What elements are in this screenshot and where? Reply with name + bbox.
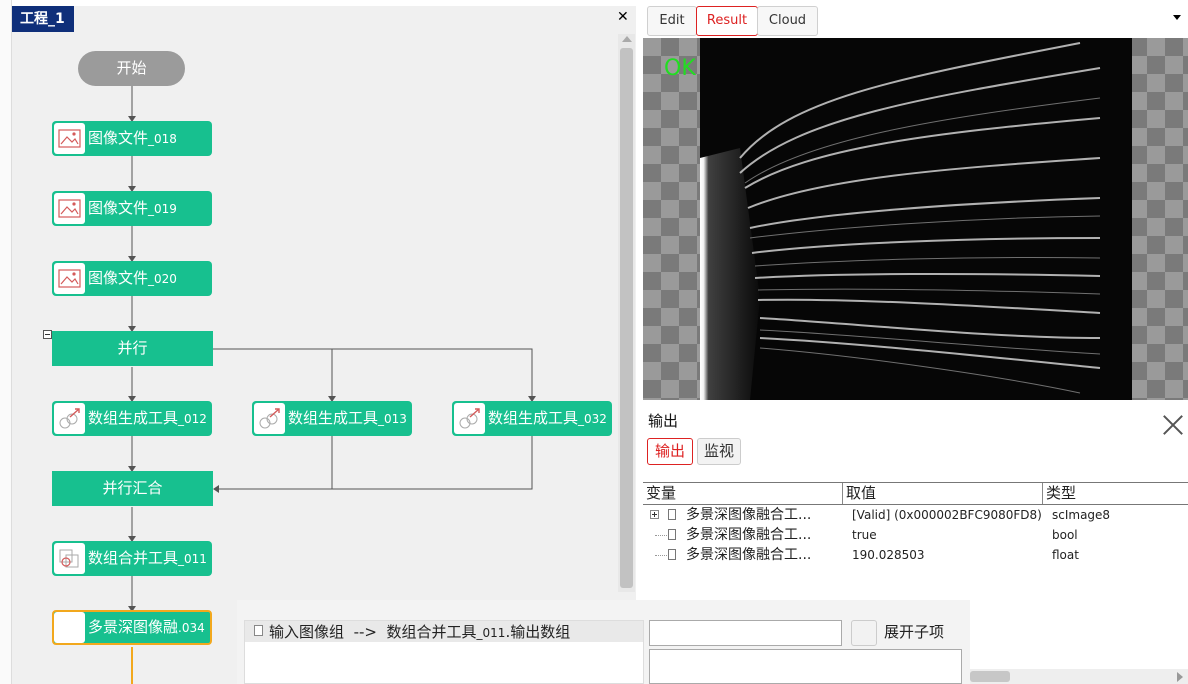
tab-result[interactable]: Result	[696, 6, 758, 36]
expand-children-checkbox[interactable]	[851, 620, 877, 646]
image-file-icon	[54, 193, 85, 224]
tree-line	[655, 535, 667, 536]
connector	[213, 348, 333, 398]
app-root: 工程_1 ✕ 开始 图像文件_018 图像文件_019 图像文件_020 并行 …	[0, 0, 1188, 684]
status-ok-label: OK	[664, 56, 696, 81]
node-label: 数组生成工具_032	[488, 409, 607, 427]
node-label: 并行	[117, 339, 148, 357]
horizontal-scrollbar[interactable]	[970, 669, 1188, 684]
cell-type: bool	[1052, 528, 1078, 542]
flow-node-image-file-019[interactable]: 图像文件_019	[52, 191, 212, 226]
link-detail-textarea[interactable]	[649, 649, 962, 684]
image-file-icon	[54, 123, 85, 154]
node-label: 数组合并工具_011	[88, 549, 207, 567]
expand-icon[interactable]	[650, 510, 659, 519]
table-row[interactable]: 多景深图像融合工... 190.028503 float	[643, 545, 1188, 565]
array-tool-icon	[254, 403, 285, 434]
node-label: 图像文件_019	[88, 199, 177, 217]
variable-icon	[668, 529, 676, 540]
fusion-tool-icon	[54, 612, 85, 643]
subtab-output[interactable]: 输出	[647, 438, 693, 465]
cell-value: 190.028503	[852, 548, 925, 562]
node-label: 图像文件_018	[88, 129, 177, 147]
node-label: 数组生成工具_012	[88, 409, 207, 427]
node-label: 图像文件_020	[88, 269, 177, 287]
flow-node-parallel[interactable]: 并行	[52, 331, 213, 366]
input-link-text: 输入图像组 --> 数组合并工具_011.输出数组	[269, 623, 571, 641]
fused-image-graphic	[700, 38, 1132, 400]
connector	[332, 436, 533, 490]
expand-children-label: 展开子项	[884, 623, 945, 641]
cell-variable: 多景深图像融合工...	[686, 507, 812, 523]
flow-node-image-file-020[interactable]: 图像文件_020	[52, 261, 212, 296]
image-file-icon	[54, 263, 85, 294]
flow-node-multifocus-fusion-034[interactable]: 多景深图像融.034	[52, 610, 212, 645]
cell-variable: 多景深图像融合工...	[686, 527, 812, 543]
tab-cloud[interactable]: Cloud	[757, 6, 818, 36]
cell-value: [Valid] (0x000002BFC9080FD8)	[852, 508, 1042, 522]
node-label: 开始	[116, 59, 147, 77]
array-tool-icon	[454, 403, 485, 434]
cell-type: scImage8	[1052, 508, 1111, 522]
node-label: 数组生成工具_013	[288, 409, 407, 427]
result-image	[700, 38, 1132, 400]
variable-icon	[668, 549, 676, 560]
flow-node-parallel-join[interactable]: 并行汇合	[52, 471, 213, 506]
flow-node-array-merge-011[interactable]: 数组合并工具_011	[52, 541, 212, 576]
flow-node-array-gen-032[interactable]: 数组生成工具_032	[452, 401, 612, 436]
result-toolbar: Edit Result Cloud	[643, 3, 1188, 39]
scroll-right-icon[interactable]	[1177, 672, 1183, 682]
output-panel-title: 输出	[648, 412, 679, 430]
link-item-icon	[254, 625, 263, 636]
output-close-icon[interactable]	[1160, 412, 1186, 438]
cell-type: float	[1052, 548, 1079, 562]
cell-variable: 多景深图像融合工...	[686, 547, 812, 563]
table-row[interactable]: 多景深图像融合工... [Valid] (0x000002BFC9080FD8)…	[643, 505, 1188, 525]
node-label: 多景深图像融.034	[88, 618, 205, 636]
array-tool-icon	[54, 403, 85, 434]
collapse-toggle-icon[interactable]	[43, 330, 52, 339]
column-header-value[interactable]: 取值	[843, 483, 1043, 504]
arrow-head	[213, 485, 219, 493]
column-header-type[interactable]: 类型	[1043, 483, 1188, 504]
connector	[217, 436, 333, 490]
flow-node-start[interactable]: 开始	[78, 51, 185, 86]
flow-node-array-gen-013[interactable]: 数组生成工具_013	[252, 401, 412, 436]
scrollbar-thumb[interactable]	[970, 671, 1010, 682]
column-header-variable[interactable]: 变量	[643, 483, 843, 504]
connector	[213, 348, 533, 398]
flow-node-array-gen-012[interactable]: 数组生成工具_012	[52, 401, 212, 436]
array-merge-icon	[54, 543, 85, 574]
image-viewer[interactable]	[643, 38, 1188, 400]
output-table-header: 变量 取值 类型	[643, 482, 1188, 505]
link-filter-input[interactable]	[649, 620, 842, 646]
variable-icon	[668, 509, 676, 520]
panel-menu-dropdown-icon[interactable]	[1173, 15, 1181, 20]
node-label: 并行汇合	[102, 479, 163, 497]
subtab-monitor[interactable]: 监视	[697, 438, 741, 465]
table-row[interactable]: 多景深图像融合工... true bool	[643, 525, 1188, 545]
tree-line	[655, 555, 667, 556]
cell-value: true	[852, 528, 877, 542]
tab-edit[interactable]: Edit	[647, 6, 697, 36]
flow-node-image-file-018[interactable]: 图像文件_018	[52, 121, 212, 156]
